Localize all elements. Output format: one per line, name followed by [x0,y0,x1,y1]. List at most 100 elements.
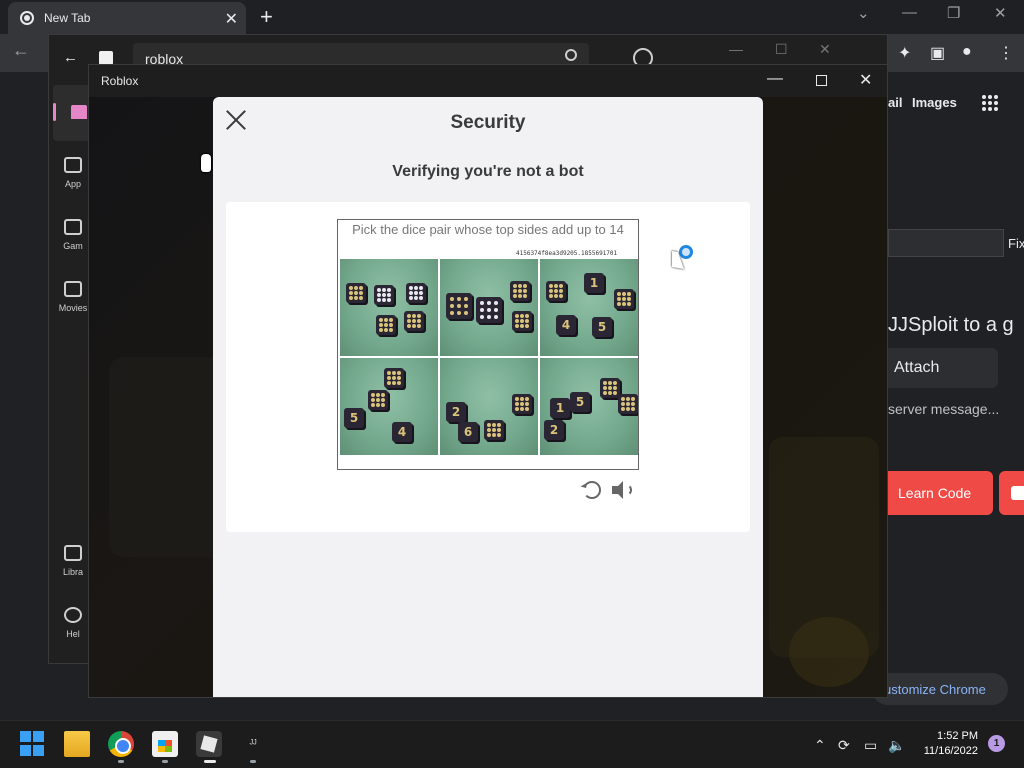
security-modal: Security Verifying you're not a bot Pick… [213,97,763,697]
volume-icon[interactable]: 🔈 [888,737,905,754]
die-image: 5 [570,392,590,412]
clapperboard-icon [64,281,82,297]
hand-pointer-icon [201,154,211,172]
menu-kebab-icon[interactable]: ⋮ [998,43,1014,63]
store-nav-movies[interactable]: Movies [53,281,93,337]
store-nav-label: Libra [62,567,83,577]
start-button[interactable] [20,731,46,757]
audio-icon[interactable] [612,481,632,499]
die-image: 2 [446,402,466,422]
attach-label: Attach [894,359,940,376]
library-icon [64,545,82,561]
modal-title: Security [450,112,526,133]
server-message: server message... [888,401,1000,417]
captcha-tile-2[interactable] [440,259,538,356]
modal-subtitle: Verifying you're not a bot [392,163,584,180]
die-image: 2 [544,420,564,440]
roblox-icon[interactable] [196,731,222,757]
store-nav-apps[interactable]: App [53,157,93,213]
roblox-maximize-icon[interactable] [816,75,827,86]
store-nav-help[interactable]: Hel [53,607,93,663]
customize-chrome-button[interactable]: ustomize Chrome [872,673,1008,705]
store-close-icon[interactable]: ✕ [819,41,831,58]
back-icon[interactable]: ← [12,40,30,61]
mouse-pointer-icon [672,250,684,270]
store-nav-gaming[interactable]: Gam [53,219,93,275]
die-image: 1 [584,273,604,293]
captcha-grid: 1 4 5 5 4 2 6 1 5 2 [340,259,638,455]
die-image [384,368,404,388]
store-maximize-icon[interactable]: ☐ [775,41,788,58]
file-explorer-icon[interactable] [64,731,90,757]
microsoft-store-icon[interactable] [152,731,178,757]
die-image [600,378,620,398]
gmail-link[interactable]: ail [888,95,902,110]
google-apps-icon[interactable] [982,95,998,111]
roblox-minimize-icon[interactable]: — [767,70,783,88]
tab-strip: New Tab ✕ + ⌄ — ❐ ✕ [0,0,1024,34]
die-image [368,390,388,410]
sound-wave-shape [624,484,632,496]
taskbar-clock[interactable]: 1:52 PM 11/16/2022 [920,729,978,759]
tab-title: New Tab [44,11,91,25]
youtube-button[interactable] [999,471,1024,515]
tab-close-icon[interactable]: ✕ [225,9,238,29]
clock-time: 1:52 PM [937,730,978,742]
jjsploit-icon[interactable]: ᴶᴶ [240,731,266,757]
die-image: 4 [556,315,576,335]
die-image [346,283,366,303]
tray-chevron-icon[interactable]: ⌃ [814,737,826,754]
learn-code-button[interactable]: Learn Code [872,471,993,515]
die-image [446,293,472,319]
die-image: 5 [344,408,364,428]
tab-search-icon[interactable]: ⌄ [857,4,870,22]
active-indicator [204,760,216,763]
side-panel-icon[interactable]: ▣ [930,43,945,63]
attach-button[interactable]: Attach [884,348,998,388]
notification-badge[interactable]: 1 [988,735,1005,752]
chrome-icon[interactable] [108,731,134,757]
captcha-frame: Pick the dice pair whose top sides add u… [337,219,639,470]
network-icon[interactable]: ▭ [864,737,877,754]
profile-icon[interactable]: ● [962,43,972,61]
store-nav-library[interactable]: Libra [53,545,93,601]
die-image [546,281,566,301]
store-nav-label: Movies [58,303,88,313]
store-nav-home[interactable] [53,85,93,141]
tab-new-tab[interactable]: New Tab ✕ [8,2,246,34]
store-nav-label: Hel [66,629,80,639]
speaker-shape [612,481,623,499]
sync-icon[interactable]: ⟳ [838,737,850,754]
captcha-tile-4[interactable]: 5 4 [340,358,438,455]
store-minimize-icon[interactable]: — [729,41,743,57]
fix-button[interactable]: Fix [1008,236,1024,251]
close-window-icon[interactable]: ✕ [994,4,1007,22]
gamepad-icon [64,219,82,235]
running-indicator [250,760,256,763]
restore-icon[interactable]: ❐ [947,4,960,22]
page-input[interactable] [888,229,1004,257]
die-image: 1 [550,398,570,418]
captcha-tile-1[interactable] [340,259,438,356]
home-icon [71,105,87,119]
background-shape [109,357,229,557]
new-tab-button[interactable]: + [260,4,273,30]
minimize-icon[interactable]: — [902,4,917,21]
extensions-icon[interactable]: ✦ [898,43,911,63]
captcha-tile-3[interactable]: 1 4 5 [540,259,638,356]
youtube-icon [1011,486,1024,500]
die-image: 4 [392,422,412,442]
die-image [512,311,532,331]
roblox-close-icon[interactable]: ✕ [859,70,872,90]
die-image [614,289,634,309]
die-image [406,283,426,303]
search-icon[interactable] [565,49,577,61]
die-image: 6 [458,422,478,442]
captcha-tile-5[interactable]: 2 6 [440,358,538,455]
running-indicator [118,760,124,763]
store-back-icon[interactable]: ← [63,49,78,66]
page-heading: JJSploit to a g [888,314,1014,336]
captcha-tile-6[interactable]: 1 5 2 [540,358,638,455]
images-link[interactable]: Images [912,95,957,110]
refresh-icon[interactable] [583,481,601,499]
